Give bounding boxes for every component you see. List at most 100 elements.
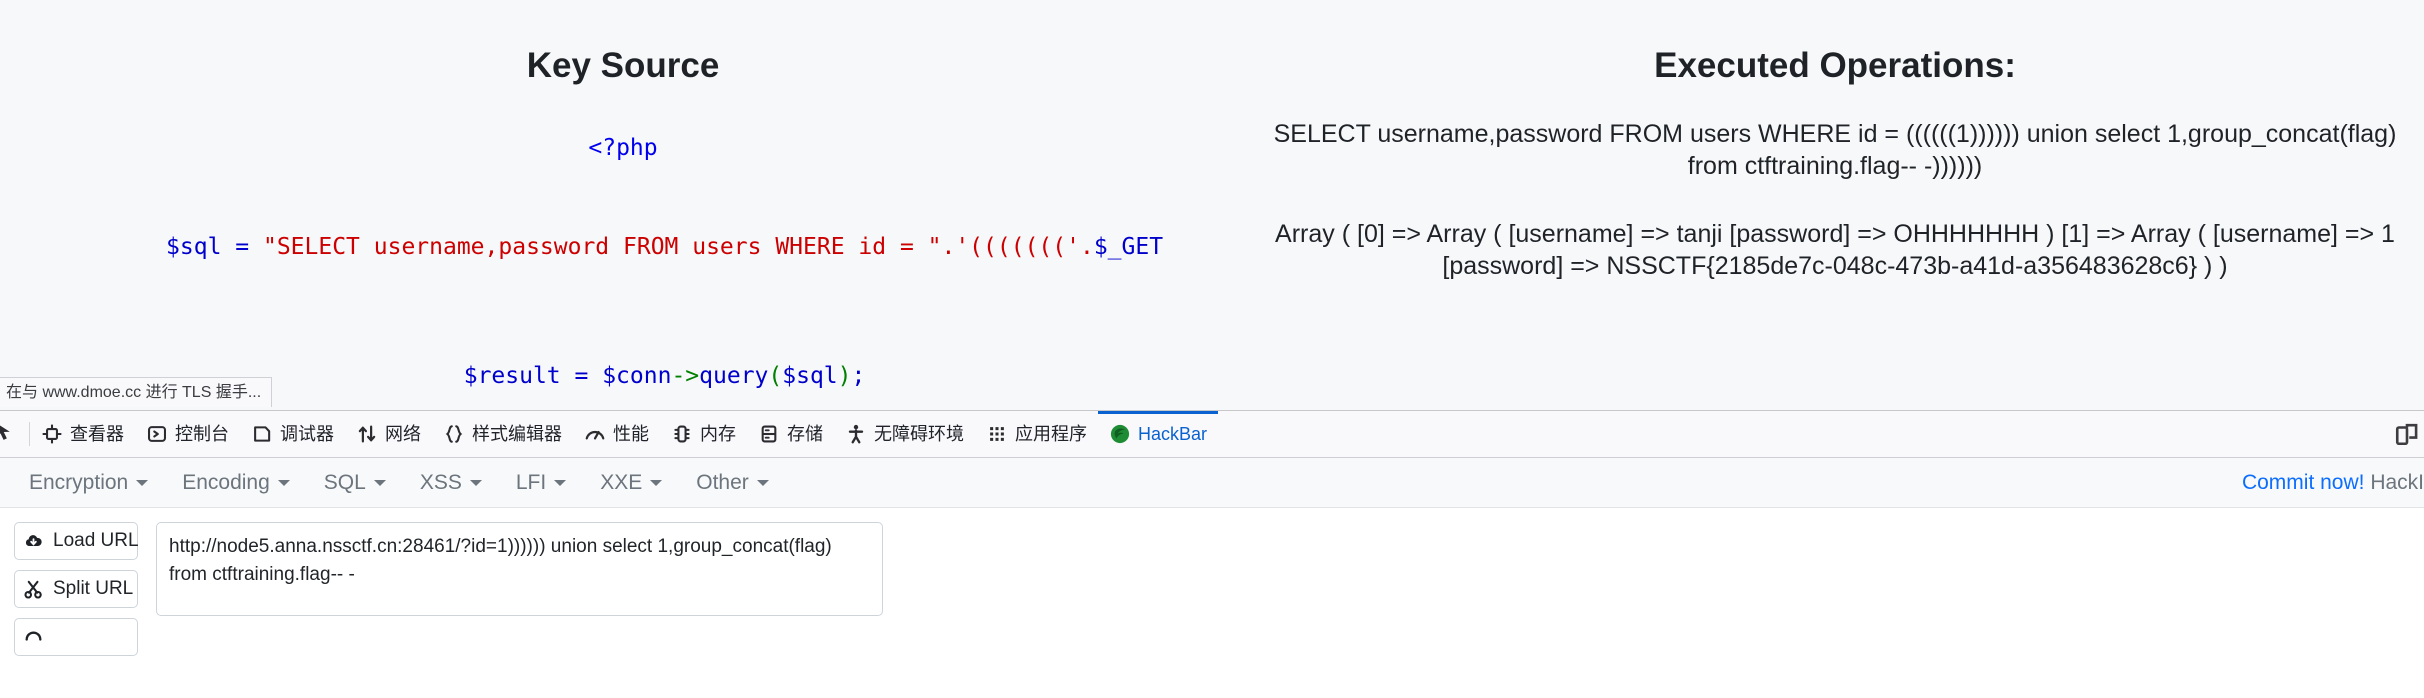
hackbar-menu-label: Other: [696, 470, 749, 494]
devtools-tab-style-editor[interactable]: 样式编辑器: [432, 411, 573, 457]
hackbar-menu-other[interactable]: Other: [679, 471, 786, 495]
hackbar-menu-lfi[interactable]: LFI: [499, 471, 583, 495]
hackbar-menu-label: LFI: [515, 470, 547, 494]
php-equals-2: =: [560, 363, 603, 389]
devtools-panel: 查看器 控制台 调试器 网络 样式编辑器 性能 内存 存储 无障碍环境 应用程序 HackBar E…: [0, 410, 2424, 698]
query-result-array-output: Array ( [0] => Array ( [username] => tan…: [1275, 220, 2395, 280]
browser-status-panel: 在与 www.dmoe.cc 进行 TLS 握手...: [0, 377, 273, 407]
php-var-sql: $sql: [166, 234, 222, 260]
hackbar-menu-label: Encoding: [182, 470, 270, 494]
php-concat-parens: .'((((((('.: [941, 234, 1094, 260]
devtools-tab-performance[interactable]: 性能: [573, 411, 660, 457]
devtools-tab-inspector[interactable]: 查看器: [30, 411, 135, 457]
performance-icon: [584, 423, 606, 445]
php-equals: =: [221, 234, 263, 260]
devtools-tab-label: 存储: [787, 424, 823, 444]
devtools-tab-hackbar[interactable]: HackBar: [1098, 411, 1219, 457]
php-superglobal-get: $_GET: [1093, 234, 1164, 260]
devtools-tab-label: 性能: [613, 424, 649, 444]
storage-icon: [758, 423, 780, 445]
key-source-column: Key Source <?php $sql = "SELECT username…: [0, 0, 1246, 410]
chevron-down-icon: [650, 479, 663, 486]
devtools-tab-label: 无障碍环境: [874, 424, 964, 444]
chevron-down-icon: [554, 479, 567, 486]
load-url-button[interactable]: Load URL: [14, 522, 139, 560]
php-sql-string: "SELECT username,password FROM users WHE…: [262, 234, 942, 260]
debugger-icon: [251, 423, 273, 445]
responsive-design-mode-icon[interactable]: [2394, 421, 2420, 447]
element-picker-button[interactable]: [0, 411, 29, 457]
devtools-toolbar: 查看器 控制台 调试器 网络 样式编辑器 性能 内存 存储 无障碍环境 应用程序 HackBar: [0, 411, 2424, 458]
application-icon: [986, 423, 1008, 445]
devtools-tab-label: 应用程序: [1015, 424, 1087, 444]
hackbar-menubar: Encryption Encoding SQL XSS LFI XXE Other Comm…: [0, 458, 2424, 508]
hackbar-menu-encryption[interactable]: Encryption: [12, 471, 165, 495]
hackbar-menu-sql[interactable]: SQL: [307, 471, 403, 495]
php-var-conn: $conn: [602, 363, 672, 389]
php-paren-close: ): [837, 363, 852, 389]
style-editor-icon: [443, 423, 465, 445]
hackbar-menu-label: Encryption: [29, 470, 129, 494]
php-object-operator: ->: [671, 363, 700, 389]
devtools-tab-label: 查看器: [70, 424, 124, 444]
devtools-tab-label: 控制台: [175, 424, 229, 444]
devtools-tab-accessibility[interactable]: 无障碍环境: [834, 411, 975, 457]
chevron-down-icon: [756, 479, 769, 486]
hackbar-icon: [1109, 423, 1131, 445]
browser-content-area: Key Source <?php $sql = "SELECT username…: [0, 0, 2424, 410]
devtools-tab-label: 内存: [700, 424, 736, 444]
page-title-key-source: Key Source: [526, 46, 720, 85]
chevron-down-icon: [469, 479, 482, 486]
devtools-tab-list: 查看器 控制台 调试器 网络 样式编辑器 性能 内存 存储 无障碍环境 应用程序 HackBar: [30, 411, 2394, 457]
element-picker-icon: [0, 421, 20, 447]
inspector-icon: [41, 423, 63, 445]
devtools-tab-debugger[interactable]: 调试器: [240, 411, 345, 457]
chevron-down-icon: [277, 479, 290, 486]
devtools-tab-console[interactable]: 控制台: [135, 411, 240, 457]
php-arg-sql: $sql: [782, 363, 838, 389]
hackbar-menu-label: SQL: [323, 470, 366, 494]
devtools-tab-application[interactable]: 应用程序: [975, 411, 1098, 457]
php-query-call: query: [699, 363, 769, 389]
hackbar-menu-xxe[interactable]: XXE: [583, 471, 679, 495]
execute-icon: [23, 627, 44, 648]
chevron-down-icon: [136, 479, 149, 486]
accessibility-icon: [845, 423, 867, 445]
hackbar-url-field-wrapper: [156, 522, 883, 656]
devtools-tab-storage[interactable]: 存储: [747, 411, 834, 457]
hackbar-body: Load URL Split URL: [0, 508, 2424, 656]
devtools-tab-memory[interactable]: 内存: [660, 411, 747, 457]
load-url-label: Load URL: [53, 530, 139, 551]
hackbar-menu-label: XXE: [600, 470, 643, 494]
execute-button[interactable]: [14, 618, 138, 656]
commit-suffix-text: HackI: [2364, 470, 2424, 494]
page-title-executed-operations: Executed Operations:: [1654, 46, 2016, 85]
hackbar-button-column: Load URL Split URL: [14, 522, 139, 656]
php-open-tag: <?php: [588, 135, 658, 161]
executed-operations-column: Executed Operations: SELECT username,pas…: [1246, 0, 2424, 282]
hackbar-commit-notice[interactable]: Commit now! HackI: [2242, 471, 2424, 495]
split-url-label: Split URL: [53, 578, 134, 599]
cloud-download-icon: [23, 531, 44, 552]
devtools-tab-label: HackBar: [1138, 424, 1208, 444]
commit-now-link[interactable]: Commit now!: [2242, 471, 2365, 494]
split-url-button[interactable]: Split URL: [14, 570, 138, 608]
url-input[interactable]: [156, 522, 883, 616]
devtools-tab-label: 样式编辑器: [472, 424, 562, 444]
hackbar-menu-xss[interactable]: XSS: [403, 471, 499, 495]
hackbar-panel: Encryption Encoding SQL XSS LFI XXE Other Comm…: [0, 458, 2424, 656]
hackbar-menu-encoding[interactable]: Encoding: [165, 471, 307, 495]
php-var-result: $result: [463, 363, 561, 389]
devtools-toolbar-right: [2394, 411, 2424, 457]
scissors-icon: [23, 579, 44, 600]
php-sql-assignment-line: $sql = "SELECT username,password FROM us…: [0, 162, 1246, 289]
network-icon: [356, 423, 378, 445]
devtools-tab-label: 网络: [385, 424, 421, 444]
devtools-tab-label: 调试器: [280, 424, 334, 444]
php-paren-open: (: [768, 363, 783, 389]
php-semicolon: ;: [851, 363, 866, 389]
devtools-tab-network[interactable]: 网络: [345, 411, 432, 457]
hackbar-menu-label: XSS: [419, 470, 462, 494]
executed-sql-statement: SELECT username,password FROM users WHER…: [1273, 120, 2397, 180]
memory-icon: [671, 423, 693, 445]
